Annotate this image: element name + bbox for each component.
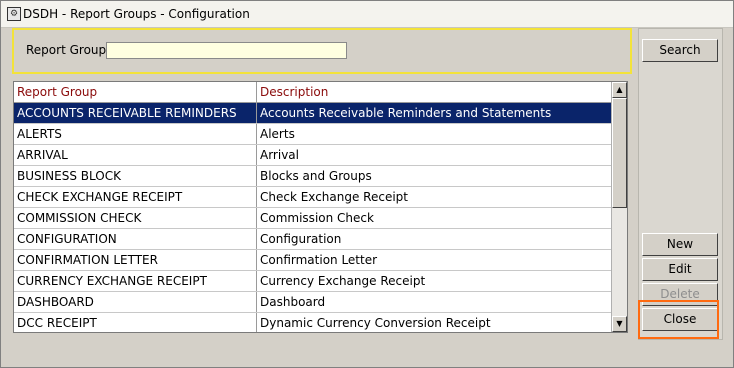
table-row[interactable]: BUSINESS BLOCK Blocks and Groups [14, 165, 612, 187]
report-group-cell[interactable]: ARRIVAL [14, 144, 257, 166]
report-group-cell[interactable]: CURRENCY EXCHANGE RECEIPT [14, 270, 257, 292]
report-group-input[interactable] [106, 42, 347, 59]
description-cell[interactable]: Commission Check [256, 207, 612, 229]
table-row[interactable]: ARRIVAL Arrival [14, 144, 612, 166]
report-group-label: Report Group [26, 43, 107, 57]
edit-button[interactable]: Edit [642, 258, 718, 281]
table-row[interactable]: CONFIRMATION LETTER Confirmation Letter [14, 249, 612, 271]
description-cell[interactable]: Arrival [256, 144, 612, 166]
search-button[interactable]: Search [642, 39, 718, 62]
table-row[interactable]: ACCOUNTS RECEIVABLE REMINDERS Accounts Re… [14, 102, 612, 124]
report-group-cell[interactable]: CONFIGURATION [14, 228, 257, 250]
report-group-cell[interactable]: CONFIRMATION LETTER [14, 249, 257, 271]
description-cell[interactable]: Dashboard [256, 291, 612, 313]
description-cell[interactable]: Confirmation Letter [256, 249, 612, 271]
scroll-up-icon[interactable]: ▲ [612, 82, 627, 98]
table-row[interactable]: COMMISSION CHECK Commission Check [14, 207, 612, 229]
description-cell[interactable]: Check Exchange Receipt [256, 186, 612, 208]
report-groups-table[interactable]: Report Group Description ACCOUNTS RECEIV… [13, 81, 628, 333]
table-header-row: Report Group Description [14, 82, 612, 103]
column-header-report-group[interactable]: Report Group [14, 82, 257, 103]
new-button[interactable]: New [642, 233, 718, 256]
filter-panel: Report Group [12, 28, 632, 74]
report-group-cell[interactable]: BUSINESS BLOCK [14, 165, 257, 187]
column-header-description[interactable]: Description [256, 82, 612, 103]
app-icon: ⚙ [7, 7, 21, 21]
table-row[interactable]: DCC RECEIPT Dynamic Currency Conversion R… [14, 312, 612, 332]
report-group-cell[interactable]: ALERTS [14, 123, 257, 145]
vertical-scrollbar[interactable]: ▲ ▼ [611, 82, 627, 332]
table-row[interactable]: ALERTS Alerts [14, 123, 612, 145]
description-cell[interactable]: Configuration [256, 228, 612, 250]
report-group-cell[interactable]: COMMISSION CHECK [14, 207, 257, 229]
report-group-cell[interactable]: DCC RECEIPT [14, 312, 257, 332]
description-cell[interactable]: Accounts Receivable Reminders and Statem… [256, 102, 612, 124]
scroll-down-icon[interactable]: ▼ [612, 316, 627, 332]
report-group-cell[interactable]: ACCOUNTS RECEIVABLE REMINDERS [14, 102, 257, 124]
description-cell[interactable]: Blocks and Groups [256, 165, 612, 187]
table-row[interactable]: DASHBOARD Dashboard [14, 291, 612, 313]
title-bar: ⚙ DSDH - Report Groups - Configuration [1, 1, 733, 28]
report-group-cell[interactable]: DASHBOARD [14, 291, 257, 313]
description-cell[interactable]: Dynamic Currency Conversion Receipt [256, 312, 612, 332]
report-group-cell[interactable]: CHECK EXCHANGE RECEIPT [14, 186, 257, 208]
description-cell[interactable]: Currency Exchange Receipt [256, 270, 612, 292]
window-title: DSDH - Report Groups - Configuration [23, 7, 250, 21]
scroll-thumb[interactable] [612, 98, 627, 208]
table-row[interactable]: CHECK EXCHANGE RECEIPT Check Exchange Rec… [14, 186, 612, 208]
report-groups-window: ⚙ DSDH - Report Groups - Configuration R… [0, 0, 734, 368]
table-row[interactable]: CURRENCY EXCHANGE RECEIPT Currency Exchan… [14, 270, 612, 292]
close-button-highlight [638, 300, 719, 339]
description-cell[interactable]: Alerts [256, 123, 612, 145]
table-row[interactable]: CONFIGURATION Configuration [14, 228, 612, 250]
